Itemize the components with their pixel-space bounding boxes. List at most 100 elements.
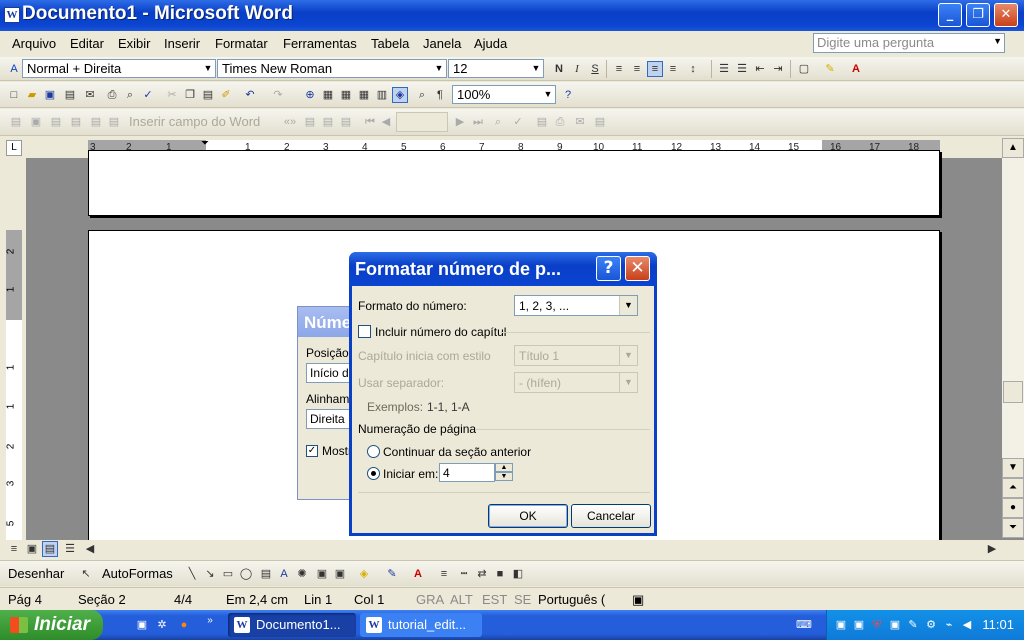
quicklaunch-more-icon[interactable]: »: [202, 613, 218, 629]
merge-fax-icon[interactable]: ▤: [592, 114, 608, 130]
view-merged-data-icon[interactable]: «»: [282, 114, 298, 130]
start-at-input[interactable]: 4: [439, 463, 495, 482]
redo-icon[interactable]: ↷: [270, 87, 286, 103]
spin-down-icon[interactable]: ▼: [495, 472, 513, 481]
cut-icon[interactable]: ✂: [164, 87, 180, 103]
vertical-scrollbar[interactable]: ▲ ▼ ⏶ ● ⏷: [1002, 138, 1024, 538]
increase-indent-icon[interactable]: ⇥: [770, 61, 786, 77]
bold-button[interactable]: N: [551, 61, 567, 77]
menu-formatar[interactable]: Formatar: [215, 36, 268, 51]
hyperlink-icon[interactable]: ⊕: [302, 87, 318, 103]
security-shield-icon[interactable]: ⛨: [869, 617, 885, 633]
menu-janela[interactable]: Janela: [423, 36, 461, 51]
horizontal-scrollbar[interactable]: ≡ ▣ ▤ ☰ ◀ ▶: [0, 540, 1002, 558]
format-painter-icon[interactable]: ✐: [218, 87, 234, 103]
chapter-style-select[interactable]: Título 1 ▼: [514, 345, 638, 366]
autoshapes-menu[interactable]: AutoFormas: [102, 566, 173, 581]
propagate-labels-icon[interactable]: ▤: [338, 114, 354, 130]
continue-radio[interactable]: [367, 445, 380, 458]
help-icon[interactable]: ?: [560, 87, 576, 103]
chevron-down-icon[interactable]: ▼: [619, 346, 637, 365]
font-color-icon[interactable]: A: [848, 61, 864, 77]
italic-button[interactable]: I: [569, 61, 585, 77]
find-entry-icon[interactable]: ⌕: [490, 114, 506, 130]
insert-excel-icon[interactable]: ▦: [356, 87, 372, 103]
word-app-icon[interactable]: W: [4, 7, 20, 23]
3d-icon[interactable]: ◧: [510, 566, 526, 582]
merge-email-icon[interactable]: ✉: [572, 114, 588, 130]
antivirus-icon[interactable]: ▣: [887, 617, 903, 633]
insert-merge-field-icon[interactable]: ▤: [106, 114, 122, 130]
font-combo[interactable]: Times New Roman ▼: [217, 59, 447, 78]
chevron-down-icon[interactable]: ▼: [201, 60, 215, 77]
font-size-combo[interactable]: 12 ▼: [448, 59, 544, 78]
drawing-icon[interactable]: ◈: [392, 87, 408, 103]
picture-icon[interactable]: ▣: [332, 566, 348, 582]
new-document-icon[interactable]: □: [6, 87, 22, 103]
dash-style-icon[interactable]: ┅: [456, 566, 472, 582]
previous-page-icon[interactable]: ⏶: [1002, 478, 1024, 498]
scroll-thumb[interactable]: [1003, 381, 1023, 403]
start-at-radio[interactable]: [367, 467, 380, 480]
wordart-icon[interactable]: A: [276, 566, 292, 582]
number-format-select[interactable]: 1, 2, 3, ... ▼: [514, 295, 638, 316]
next-page-icon[interactable]: ⏷: [1002, 518, 1024, 538]
clip-art-icon[interactable]: ▣: [314, 566, 330, 582]
font-color-icon[interactable]: A: [410, 566, 426, 582]
open-data-source-icon[interactable]: ▣: [28, 114, 44, 130]
highlight-fields-icon[interactable]: ▤: [302, 114, 318, 130]
match-fields-icon[interactable]: ▤: [320, 114, 336, 130]
chevron-down-icon[interactable]: ▼: [432, 60, 446, 77]
arrow-icon[interactable]: ↘: [202, 566, 218, 582]
line-icon[interactable]: ╲: [184, 566, 200, 582]
quicklaunch-messenger-icon[interactable]: ✲: [154, 617, 170, 633]
print-preview-icon[interactable]: ⌕: [122, 87, 138, 103]
chevron-down-icon[interactable]: ▼: [619, 296, 637, 315]
document-map-icon[interactable]: ⌕: [414, 87, 430, 103]
insert-address-icon[interactable]: ▤: [68, 114, 84, 130]
styles-pane-icon[interactable]: A: [6, 61, 22, 77]
show-number-checkbox[interactable]: ✓: [306, 445, 318, 457]
diagram-icon[interactable]: ✺: [294, 566, 310, 582]
network-icon[interactable]: ▣: [833, 617, 849, 633]
first-record-icon[interactable]: ⏮: [362, 114, 378, 130]
volume-icon[interactable]: ◀: [959, 617, 975, 633]
spelling-icon[interactable]: ✓: [140, 87, 156, 103]
text-box-icon[interactable]: ▤: [258, 566, 274, 582]
clock[interactable]: 11:01: [982, 617, 1014, 632]
spin-up-icon[interactable]: ▲: [495, 463, 513, 472]
rectangle-icon[interactable]: ▭: [220, 566, 236, 582]
print-layout-icon[interactable]: ▤: [42, 541, 58, 557]
include-chapter-checkbox[interactable]: [358, 325, 371, 338]
menu-tabela[interactable]: Tabela: [371, 36, 409, 51]
align-center-icon[interactable]: ≡: [629, 61, 645, 77]
vertical-ruler[interactable]: 2 1 1 1 2 3 5: [0, 158, 26, 540]
tab-selector[interactable]: L: [6, 140, 22, 156]
web-layout-icon[interactable]: ▣: [24, 541, 40, 557]
columns-icon[interactable]: ▥: [374, 87, 390, 103]
fill-color-icon[interactable]: ◈: [356, 566, 372, 582]
paste-icon[interactable]: ▤: [200, 87, 216, 103]
normal-view-icon[interactable]: ≡: [6, 541, 22, 557]
decrease-indent-icon[interactable]: ⇤: [752, 61, 768, 77]
align-right-icon[interactable]: ≡: [647, 61, 663, 77]
permission-icon[interactable]: ▤: [62, 87, 78, 103]
separator-select[interactable]: - (hífen) ▼: [514, 372, 638, 393]
tray-usb-icon[interactable]: ⌁: [941, 617, 957, 633]
select-objects-icon[interactable]: ↖: [78, 566, 94, 582]
arrow-style-icon[interactable]: ⇄: [474, 566, 490, 582]
line-color-icon[interactable]: ✎: [384, 566, 400, 582]
chevron-down-icon[interactable]: ▼: [993, 36, 1002, 46]
line-spacing-icon[interactable]: ↕: [685, 61, 701, 77]
insert-table-icon[interactable]: ▦: [338, 87, 354, 103]
zoom-combo[interactable]: 100% ▼: [452, 85, 556, 104]
browse-object-icon[interactable]: ●: [1002, 498, 1024, 518]
highlight-icon[interactable]: ✎: [822, 61, 838, 77]
numbering-icon[interactable]: ☰: [716, 61, 732, 77]
menu-editar[interactable]: Editar: [70, 36, 104, 51]
underline-button[interactable]: S: [587, 61, 603, 77]
status-track-changes[interactable]: ALT: [450, 592, 473, 607]
quicklaunch-browser-icon[interactable]: ●: [176, 617, 192, 633]
ok-button[interactable]: OK: [488, 504, 568, 528]
last-record-icon[interactable]: ⏭: [470, 114, 486, 130]
